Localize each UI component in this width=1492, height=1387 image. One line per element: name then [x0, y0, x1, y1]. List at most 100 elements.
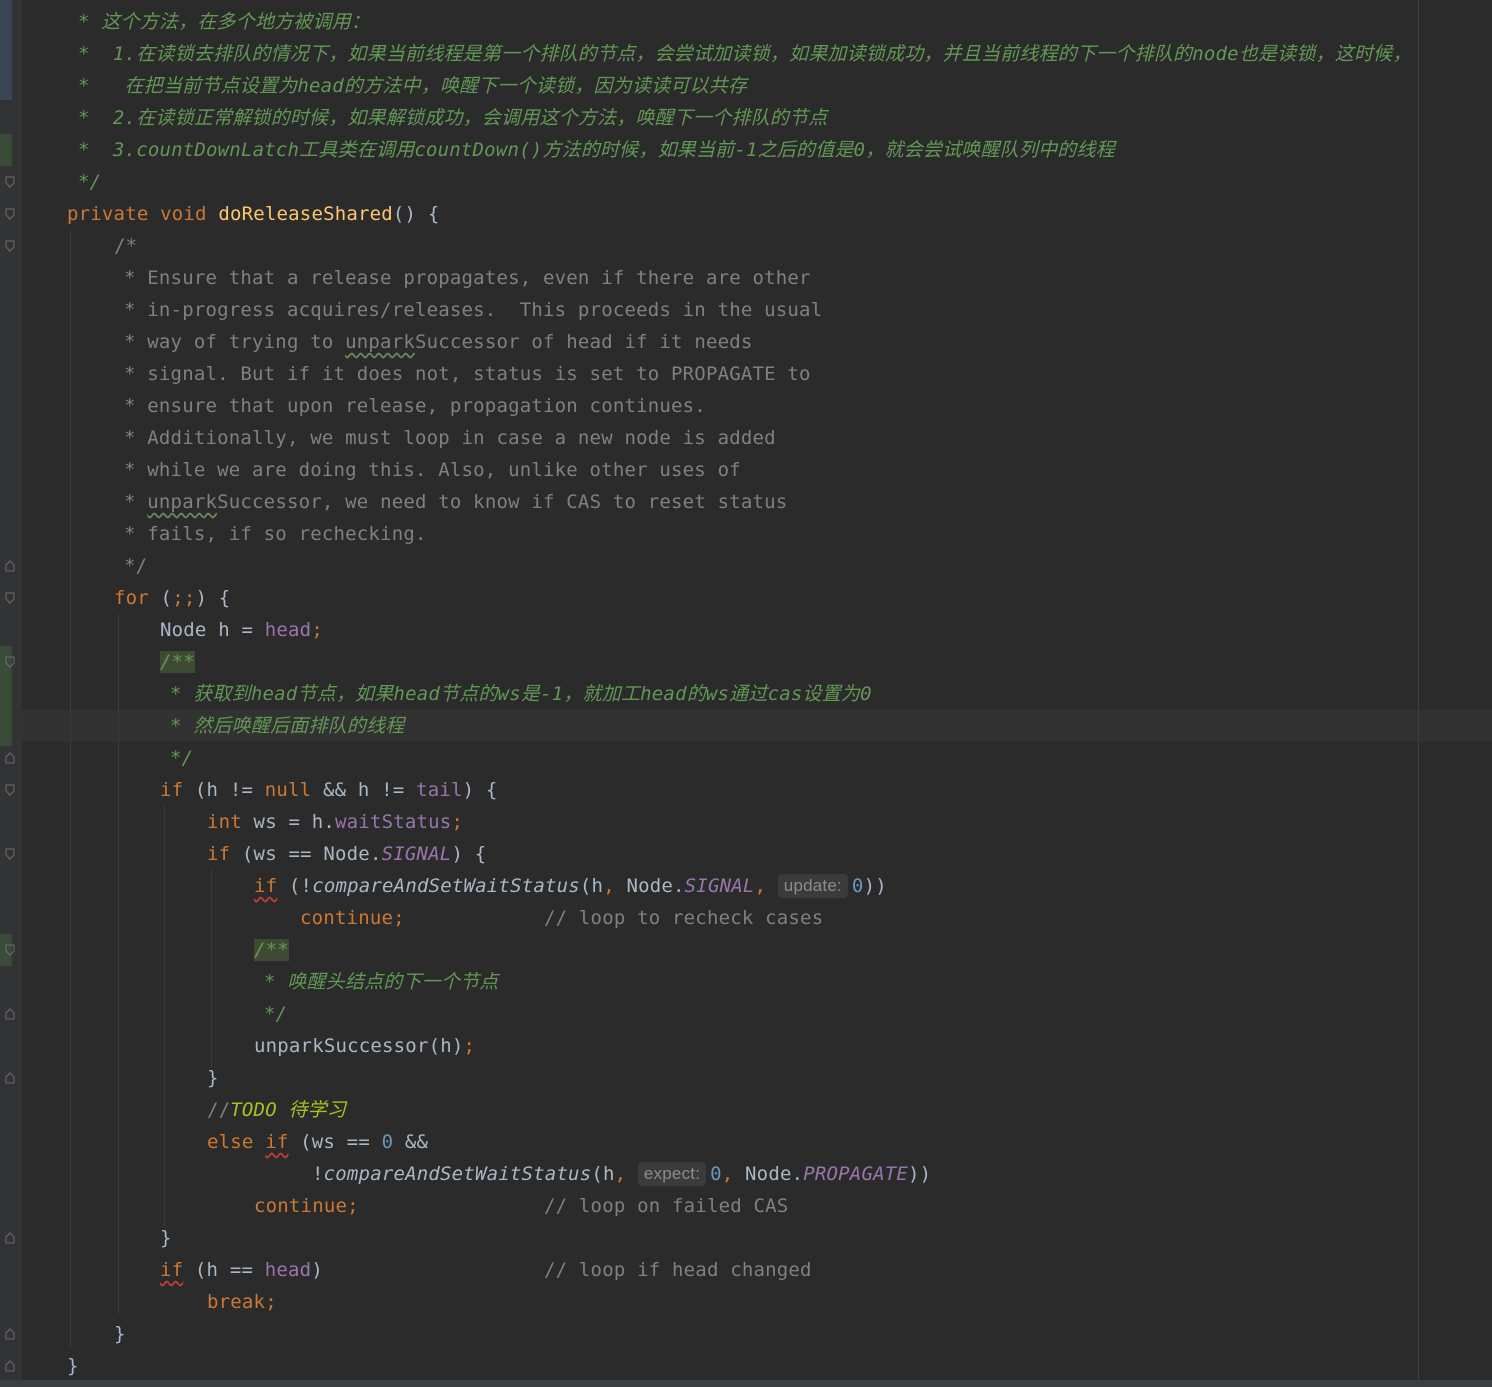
code-line[interactable]: * 获取到head节点，如果head节点的ws是-1，就加工head的ws通过c…: [170, 678, 872, 710]
code-line[interactable]: * 唤醒头结点的下一个节点: [264, 966, 498, 998]
code-line[interactable]: * while we are doing this. Also, unlike …: [124, 454, 741, 486]
code-text: () {: [392, 203, 440, 225]
fold-marker-icon[interactable]: [5, 1072, 15, 1084]
code-line[interactable]: * 这个方法，在多个地方被调用：: [78, 6, 370, 38]
fold-marker-icon[interactable]: [5, 752, 15, 764]
code-line[interactable]: */: [124, 550, 147, 582]
code-line[interactable]: * unparkSuccessor, we need to know if CA…: [124, 486, 787, 518]
code-line[interactable]: private void doReleaseShared() {: [67, 198, 439, 230]
code-line[interactable]: continue;: [300, 902, 405, 934]
code-text: &&: [393, 1131, 429, 1153]
code-line[interactable]: * Ensure that a release propagates, even…: [124, 262, 811, 294]
code-line[interactable]: */: [170, 742, 193, 774]
doc-comment: * 获取到head节点，如果head节点的ws是-1，就加工head的ws通过c…: [170, 683, 872, 705]
fold-marker-icon[interactable]: [5, 1232, 15, 1244]
closing-brace: }: [160, 1227, 172, 1249]
field-reference: head: [264, 1259, 312, 1281]
fold-marker-icon[interactable]: [5, 784, 15, 796]
code-line[interactable]: * 1.在读锁去排队的情况下，如果当前线程是第一个排队的节点，会尝试加读锁，如果…: [78, 38, 1412, 70]
code-line[interactable]: if (ws == Node.SIGNAL) {: [207, 838, 486, 870]
fold-marker-icon[interactable]: [5, 1328, 15, 1340]
code-text: !: [312, 1163, 324, 1185]
code-line[interactable]: if (h != null && h != tail) {: [160, 774, 498, 806]
number-literal: 0: [851, 875, 864, 897]
punctuation: ;: [347, 1195, 359, 1217]
block-comment: Successor of head if it needs: [414, 331, 753, 353]
code-line[interactable]: int ws = h.waitStatus;: [207, 806, 463, 838]
code-line[interactable]: * 在把当前节点设置为head的方法中，唤醒下一个读锁，因为读读可以共存: [78, 70, 747, 102]
editor-gutter[interactable]: [0, 0, 22, 1387]
code-line[interactable]: break;: [207, 1286, 277, 1318]
block-comment: * Additionally, we must loop in case a n…: [124, 427, 776, 449]
keyword: if: [160, 779, 184, 801]
code-line[interactable]: for (;;) {: [114, 582, 230, 614]
code-line[interactable]: // loop on failed CAS: [544, 1190, 788, 1222]
code-line[interactable]: //TODO 待学习: [207, 1094, 346, 1126]
right-margin-guide: [1418, 0, 1419, 1387]
code-text: )): [863, 875, 887, 897]
code-editor[interactable]: * 这个方法，在多个地方被调用： * 1.在读锁去排队的情况下，如果当前线程是第…: [0, 0, 1492, 1387]
vcs-change-marker[interactable]: [0, 134, 12, 166]
fold-marker-icon[interactable]: [5, 656, 15, 668]
punctuation: ;: [463, 1035, 476, 1057]
code-text: ws = h.: [241, 811, 336, 833]
line-comment: //: [207, 1099, 231, 1121]
doc-comment: */: [170, 747, 194, 769]
punctuation: ;: [265, 1291, 277, 1313]
fold-marker-icon[interactable]: [5, 944, 15, 956]
doc-comment: * 1.在读锁去排队的情况下，如果当前线程是第一个排队的节点，会尝试加读锁，如果…: [78, 43, 1412, 65]
keyword: int: [207, 811, 242, 833]
code-line[interactable]: }: [114, 1318, 126, 1350]
code-line[interactable]: else if (ws == 0 &&: [207, 1126, 428, 1158]
code-line[interactable]: * Additionally, we must loop in case a n…: [124, 422, 776, 454]
vcs-change-marker[interactable]: [0, 0, 12, 100]
code-line[interactable]: * 然后唤醒后面排队的线程: [170, 710, 404, 742]
code-line[interactable]: }: [67, 1350, 79, 1382]
doc-comment-open[interactable]: /**: [254, 939, 289, 961]
fold-marker-icon[interactable]: [5, 1008, 15, 1020]
keyword[interactable]: if: [254, 875, 277, 897]
keyword[interactable]: if: [265, 1131, 288, 1153]
code-line[interactable]: */: [78, 166, 101, 198]
typo-word[interactable]: unpark: [147, 491, 217, 513]
code-line[interactable]: !compareAndSetWaitStatus(h, expect: 0, No…: [312, 1158, 931, 1190]
code-line[interactable]: continue;: [254, 1190, 359, 1222]
code-line[interactable]: * fails, if so rechecking.: [124, 518, 427, 550]
code-line[interactable]: // loop if head changed: [544, 1254, 812, 1286]
code-line[interactable]: }: [160, 1222, 172, 1254]
keyword: for: [114, 587, 149, 609]
fold-marker-icon[interactable]: [5, 848, 15, 860]
code-line[interactable]: * signal. But if it does not, status is …: [124, 358, 811, 390]
fold-marker-icon[interactable]: [5, 1360, 15, 1372]
doc-comment-open[interactable]: /**: [160, 651, 195, 673]
code-line[interactable]: * ensure that upon release, propagation …: [124, 390, 706, 422]
punctuation: ,: [603, 875, 627, 897]
code-line[interactable]: /**: [160, 646, 195, 678]
punctuation: ,: [721, 1163, 746, 1185]
code-line[interactable]: }: [207, 1062, 219, 1094]
code-line[interactable]: * in-progress acquires/releases. This pr…: [124, 294, 822, 326]
fold-marker-icon[interactable]: [5, 560, 15, 572]
code-text: ) {: [462, 779, 498, 801]
method-call: compareAndSetWaitStatus: [323, 1163, 592, 1185]
code-line[interactable]: */: [264, 998, 287, 1030]
keyword[interactable]: if: [160, 1259, 183, 1281]
fold-marker-icon[interactable]: [5, 208, 15, 220]
block-comment: * way of trying to: [124, 331, 346, 353]
code-line[interactable]: unparkSuccessor(h);: [254, 1030, 475, 1062]
fold-marker-icon[interactable]: [5, 240, 15, 252]
line-comment: // loop if head changed: [544, 1259, 812, 1281]
fold-marker-icon[interactable]: [5, 592, 15, 604]
code-line[interactable]: * 3.countDownLatch工具类在调用countDown()方法的时候…: [78, 134, 1115, 166]
code-line[interactable]: /**: [254, 934, 289, 966]
code-line[interactable]: Node h = head;: [160, 614, 323, 646]
code-line[interactable]: * way of trying to unparkSuccessor of he…: [124, 326, 753, 358]
fold-marker-icon[interactable]: [5, 176, 15, 188]
code-line[interactable]: if (!compareAndSetWaitStatus(h, Node.SIG…: [254, 870, 887, 902]
code-line[interactable]: // loop to recheck cases: [544, 902, 823, 934]
code-line[interactable]: /*: [114, 230, 137, 262]
keyword: void: [160, 203, 207, 225]
typo-word[interactable]: unpark: [345, 331, 415, 353]
code-line[interactable]: if (h == head): [160, 1254, 323, 1286]
code-line[interactable]: * 2.在读锁正常解锁的时候，如果解锁成功，会调用这个方法，唤醒下一个排队的节点: [78, 102, 827, 134]
